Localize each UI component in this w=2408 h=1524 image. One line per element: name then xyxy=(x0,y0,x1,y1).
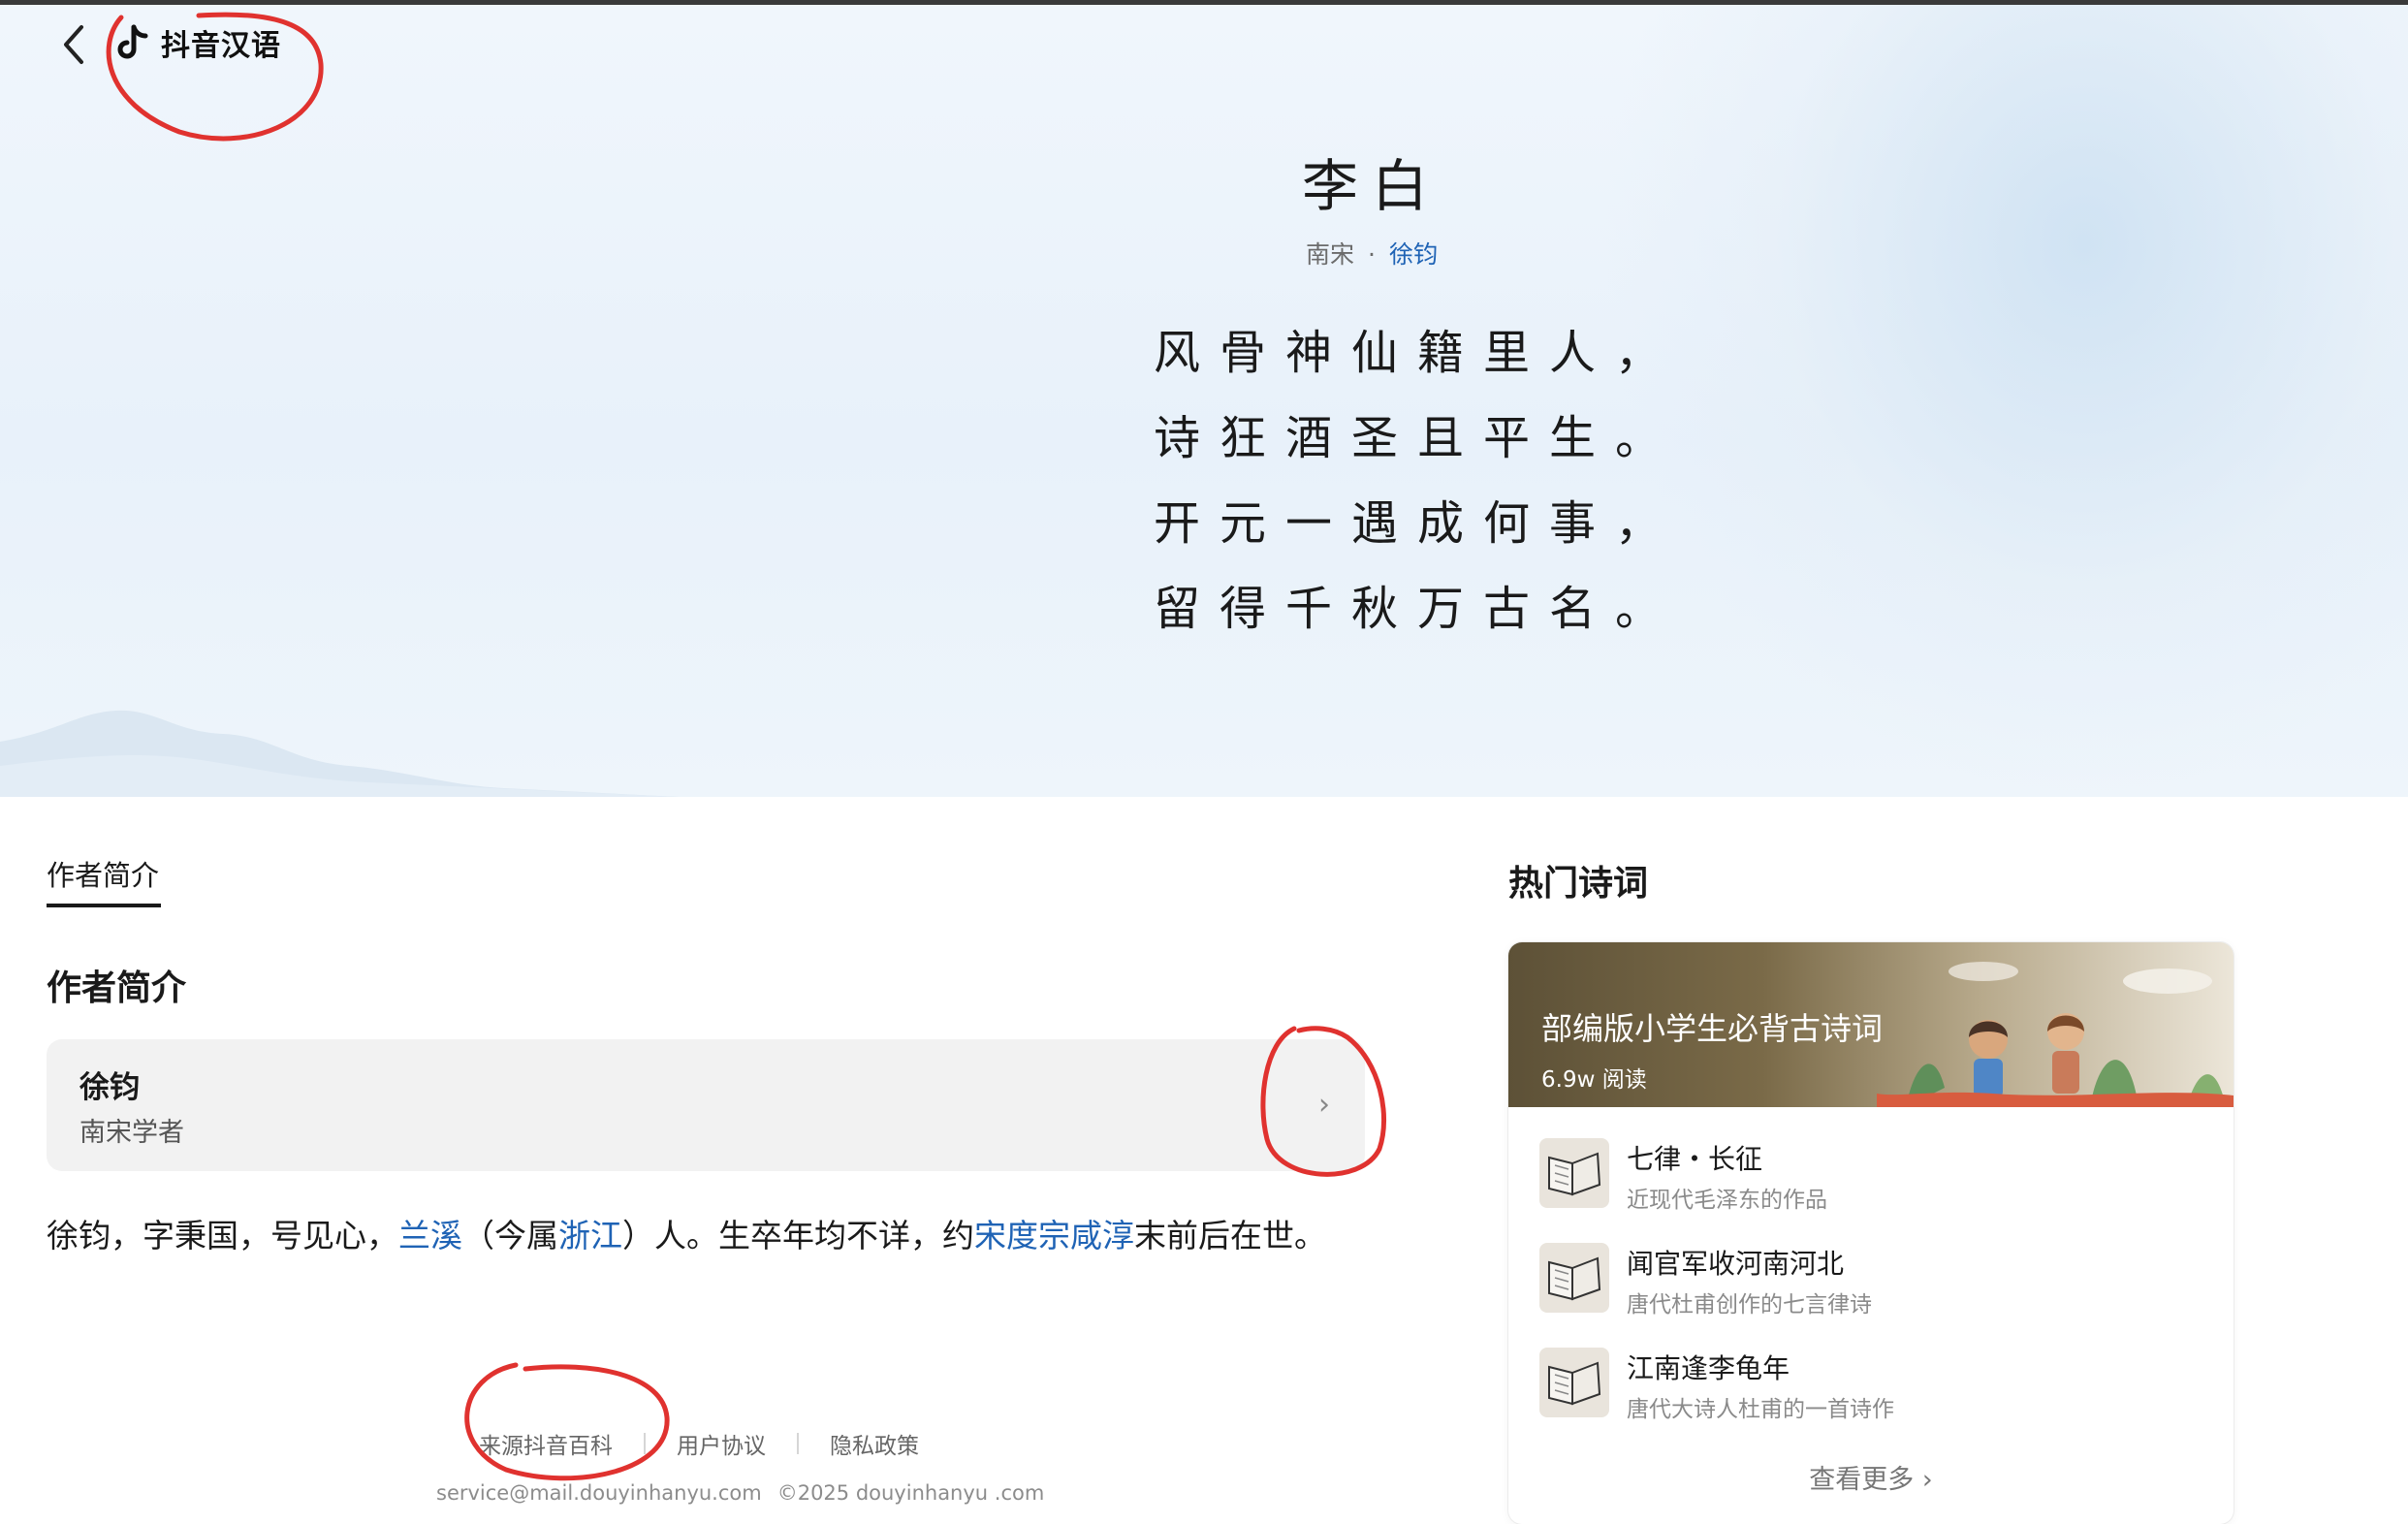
bio-link-lanxi[interactable]: 兰溪 xyxy=(398,1217,462,1254)
poem-author-link[interactable]: 徐钧 xyxy=(1389,240,1438,269)
chevron-right-icon: › xyxy=(1921,1465,1933,1495)
active-tab-indicator xyxy=(47,904,161,907)
author-bio: 徐钧，字秉国，号见心，兰溪（今属浙江）人。生卒年均不详，约宋度宗咸淳末前后在世。 xyxy=(47,1210,1326,1256)
tab-author-intro[interactable]: 作者简介 xyxy=(47,853,159,894)
meta-separator: · xyxy=(1368,240,1376,269)
brand-logo[interactable]: 抖音汉语 xyxy=(116,21,281,64)
annotation-circle xyxy=(464,1362,670,1481)
hot-item-subtitle: 唐代大诗人杜甫的一首诗作 xyxy=(1627,1397,1894,1422)
chevron-right-icon: › xyxy=(1318,1088,1330,1122)
bio-text: 徐钧，字秉国，号见心， xyxy=(47,1217,398,1254)
poem-line: 风骨神仙籍里人， xyxy=(1154,326,1682,380)
hot-poem-item[interactable]: 江南逢李龟年 唐代大诗人杜甫的一首诗作 xyxy=(1539,1346,2208,1433)
footer-link-privacy[interactable]: 隐私政策 xyxy=(830,1427,919,1460)
footer-divider xyxy=(797,1433,799,1454)
bio-link-xianchun[interactable]: 宋度宗咸淳 xyxy=(974,1217,1134,1254)
mountain-decoration xyxy=(0,710,679,797)
hot-poem-item[interactable]: 闻官军收河南河北 唐代杜甫创作的七言律诗 xyxy=(1539,1241,2208,1328)
poem-meta: 南宋 · 徐钧 xyxy=(0,236,2408,270)
footer-copyright-text: ©2025 douyinhanyu .com xyxy=(776,1481,1045,1505)
poem-line: 留得千秋万古名。 xyxy=(1154,582,1682,636)
poem-body: 风骨神仙籍里人， 诗狂酒圣且平生。 开元一遇成何事， 留得千秋万古名。 xyxy=(1154,310,1682,651)
bio-text: 末前后在世。 xyxy=(1134,1217,1326,1254)
hot-poem-item[interactable]: 七律・长征 近现代毛泽东的作品 xyxy=(1539,1136,2208,1223)
poem-title: 李白 xyxy=(1301,153,1442,219)
bio-text: （今属 xyxy=(462,1217,558,1254)
book-icon xyxy=(1539,1243,1609,1313)
hot-item-subtitle: 唐代杜甫创作的七言律诗 xyxy=(1627,1292,1872,1318)
brand-name: 抖音汉语 xyxy=(161,29,281,63)
view-more-label: 查看更多 xyxy=(1809,1465,1915,1495)
douyin-note-icon xyxy=(117,24,148,59)
hot-item-title: 江南逢李龟年 xyxy=(1627,1352,1790,1384)
hot-item-title: 闻官军收河南河北 xyxy=(1627,1248,1845,1280)
bio-link-zhejiang[interactable]: 浙江 xyxy=(558,1217,622,1254)
footer-link-terms[interactable]: 用户协议 xyxy=(677,1427,766,1460)
poem-line: 诗狂酒圣且平生。 xyxy=(1154,411,1682,465)
hot-item-subtitle: 近现代毛泽东的作品 xyxy=(1627,1188,1827,1213)
footer-copyright: service@mail.douyinhanyu.com ©2025 douyin… xyxy=(436,1481,1044,1505)
banner-read-count: 6.9w 阅读 xyxy=(1541,1067,1647,1093)
footer-email: service@mail.douyinhanyu.com xyxy=(436,1481,762,1505)
section-title: 作者简介 xyxy=(47,968,187,1008)
author-name: 徐钧 xyxy=(79,1070,140,1105)
book-icon xyxy=(1539,1348,1609,1417)
kids-illustration xyxy=(1877,962,2234,1107)
poem-line: 开元一遇成何事， xyxy=(1154,496,1682,551)
hot-poems-panel: 部编版小学生必背古诗词 6.9w 阅读 七律・长征 近现代毛泽东的作品 闻官军收… xyxy=(1508,942,2234,1524)
author-subtitle: 南宋学者 xyxy=(79,1118,184,1148)
banner-title: 部编版小学生必背古诗词 xyxy=(1541,1010,1884,1047)
footer-links: 来源抖音百科 用户协议 隐私政策 xyxy=(479,1427,919,1460)
footer-link-source[interactable]: 来源抖音百科 xyxy=(479,1427,613,1460)
view-more-link[interactable]: 查看更多 › xyxy=(1508,1458,2234,1496)
hot-item-title: 七律・长征 xyxy=(1627,1143,1763,1175)
book-icon xyxy=(1539,1138,1609,1208)
hero-haze xyxy=(1600,5,2408,797)
footer-divider xyxy=(644,1433,646,1454)
hot-banner[interactable]: 部编版小学生必背古诗词 6.9w 阅读 xyxy=(1508,942,2234,1107)
bio-text: ）人。生卒年均不详，约 xyxy=(622,1217,974,1254)
back-button[interactable] xyxy=(54,19,93,70)
author-card[interactable]: 徐钧 南宋学者 › xyxy=(47,1039,1365,1171)
poem-dynasty: 南宋 xyxy=(1306,240,1355,269)
chevron-left-icon xyxy=(64,25,83,64)
hot-poems-title: 热门诗词 xyxy=(1508,863,1649,904)
